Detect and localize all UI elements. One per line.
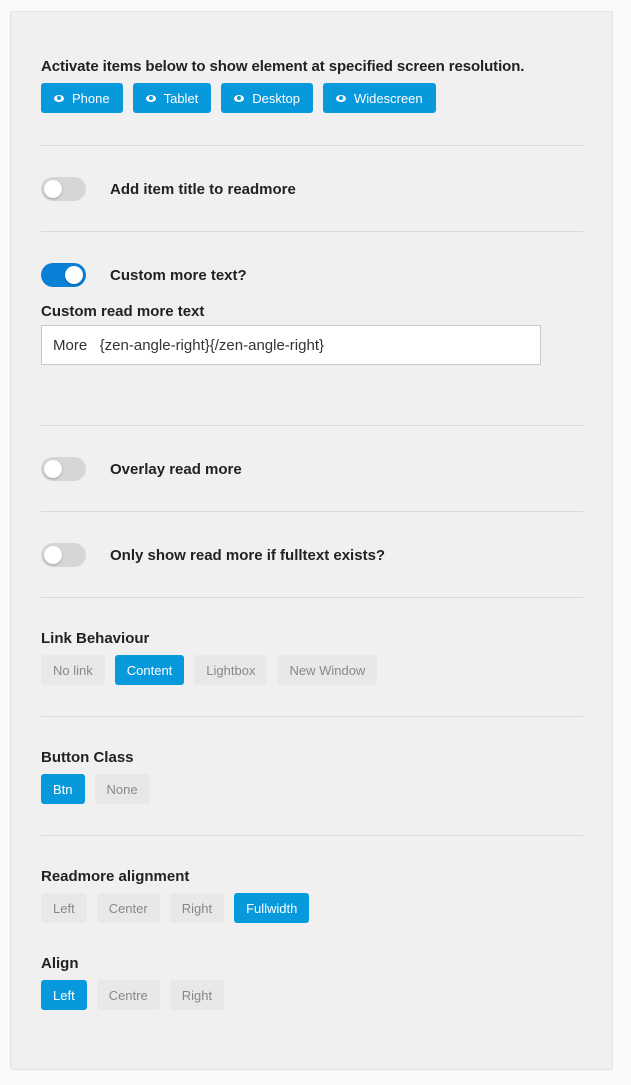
visibility-desktop-button[interactable]: Desktop	[221, 83, 313, 113]
button-class-label: Button Class	[41, 749, 134, 766]
visibility-widescreen-button[interactable]: Widescreen	[323, 83, 436, 113]
align-option-right[interactable]: Right	[169, 980, 225, 1010]
button-class-options: Btn None	[41, 774, 150, 804]
eye-icon	[234, 94, 245, 102]
button-class-option-btn[interactable]: Btn	[41, 774, 85, 804]
align-label: Align	[41, 955, 79, 972]
readmore-alignment-label: Readmore alignment	[41, 868, 190, 885]
link-behaviour-label: Link Behaviour	[41, 630, 150, 647]
readmore-alignment-option-center[interactable]: Center	[96, 893, 160, 923]
eye-icon	[145, 94, 156, 102]
link-behaviour-option-no-link[interactable]: No link	[41, 655, 105, 685]
toggle-knob	[44, 546, 62, 564]
divider	[41, 231, 583, 232]
align-option-left[interactable]: Left	[41, 980, 87, 1010]
add-title-row: Add item title to readmore	[41, 177, 296, 201]
fulltext-only-label: Only show read more if fulltext exists?	[110, 546, 386, 564]
divider	[41, 511, 583, 512]
eye-icon	[54, 94, 64, 102]
divider	[41, 835, 583, 836]
add-title-label: Add item title to readmore	[110, 180, 296, 198]
custom-text-input[interactable]	[41, 325, 541, 365]
fulltext-only-toggle[interactable]	[41, 543, 86, 567]
custom-more-toggle[interactable]	[41, 263, 86, 287]
custom-more-row: Custom more text?	[41, 263, 247, 287]
custom-text-label: Custom read more text	[41, 303, 205, 320]
divider	[41, 716, 583, 717]
align-options: Left Centre Right	[41, 980, 225, 1010]
link-behaviour-option-content[interactable]: Content	[114, 655, 185, 685]
visibility-tablet-button[interactable]: Tablet	[132, 83, 212, 113]
fulltext-only-row: Only show read more if fulltext exists?	[41, 543, 385, 567]
settings-panel: Activate items below to show element at …	[10, 11, 613, 1070]
custom-more-label: Custom more text?	[110, 266, 247, 284]
add-title-toggle[interactable]	[41, 177, 86, 201]
overlay-label: Overlay read more	[110, 460, 242, 478]
visibility-button-label: Phone	[72, 90, 110, 106]
visibility-phone-button[interactable]: Phone	[41, 83, 123, 113]
divider	[41, 597, 583, 598]
link-behaviour-options: No link Content Lightbox New Window	[41, 655, 378, 685]
link-behaviour-option-lightbox[interactable]: Lightbox	[194, 655, 268, 685]
button-class-option-none[interactable]: None	[94, 774, 150, 804]
readmore-alignment-option-right[interactable]: Right	[169, 893, 225, 923]
visibility-buttons: Phone Tablet Desktop Widescreen	[41, 83, 436, 113]
toggle-knob	[44, 460, 62, 478]
toggle-knob	[44, 180, 62, 198]
toggle-knob	[65, 266, 83, 284]
divider	[41, 145, 583, 146]
readmore-alignment-option-fullwidth[interactable]: Fullwidth	[234, 893, 310, 923]
align-option-centre[interactable]: Centre	[96, 980, 160, 1010]
visibility-button-label: Widescreen	[354, 90, 423, 106]
overlay-toggle[interactable]	[41, 457, 86, 481]
divider	[41, 425, 583, 426]
link-behaviour-option-new-window[interactable]: New Window	[277, 655, 378, 685]
visibility-button-label: Desktop	[252, 90, 300, 106]
eye-icon	[336, 94, 346, 102]
readmore-alignment-options: Left Center Right Fullwidth	[41, 893, 310, 923]
readmore-alignment-option-left[interactable]: Left	[41, 893, 87, 923]
visibility-instructions: Activate items below to show element at …	[41, 58, 525, 75]
overlay-row: Overlay read more	[41, 457, 242, 481]
visibility-button-label: Tablet	[163, 90, 199, 106]
